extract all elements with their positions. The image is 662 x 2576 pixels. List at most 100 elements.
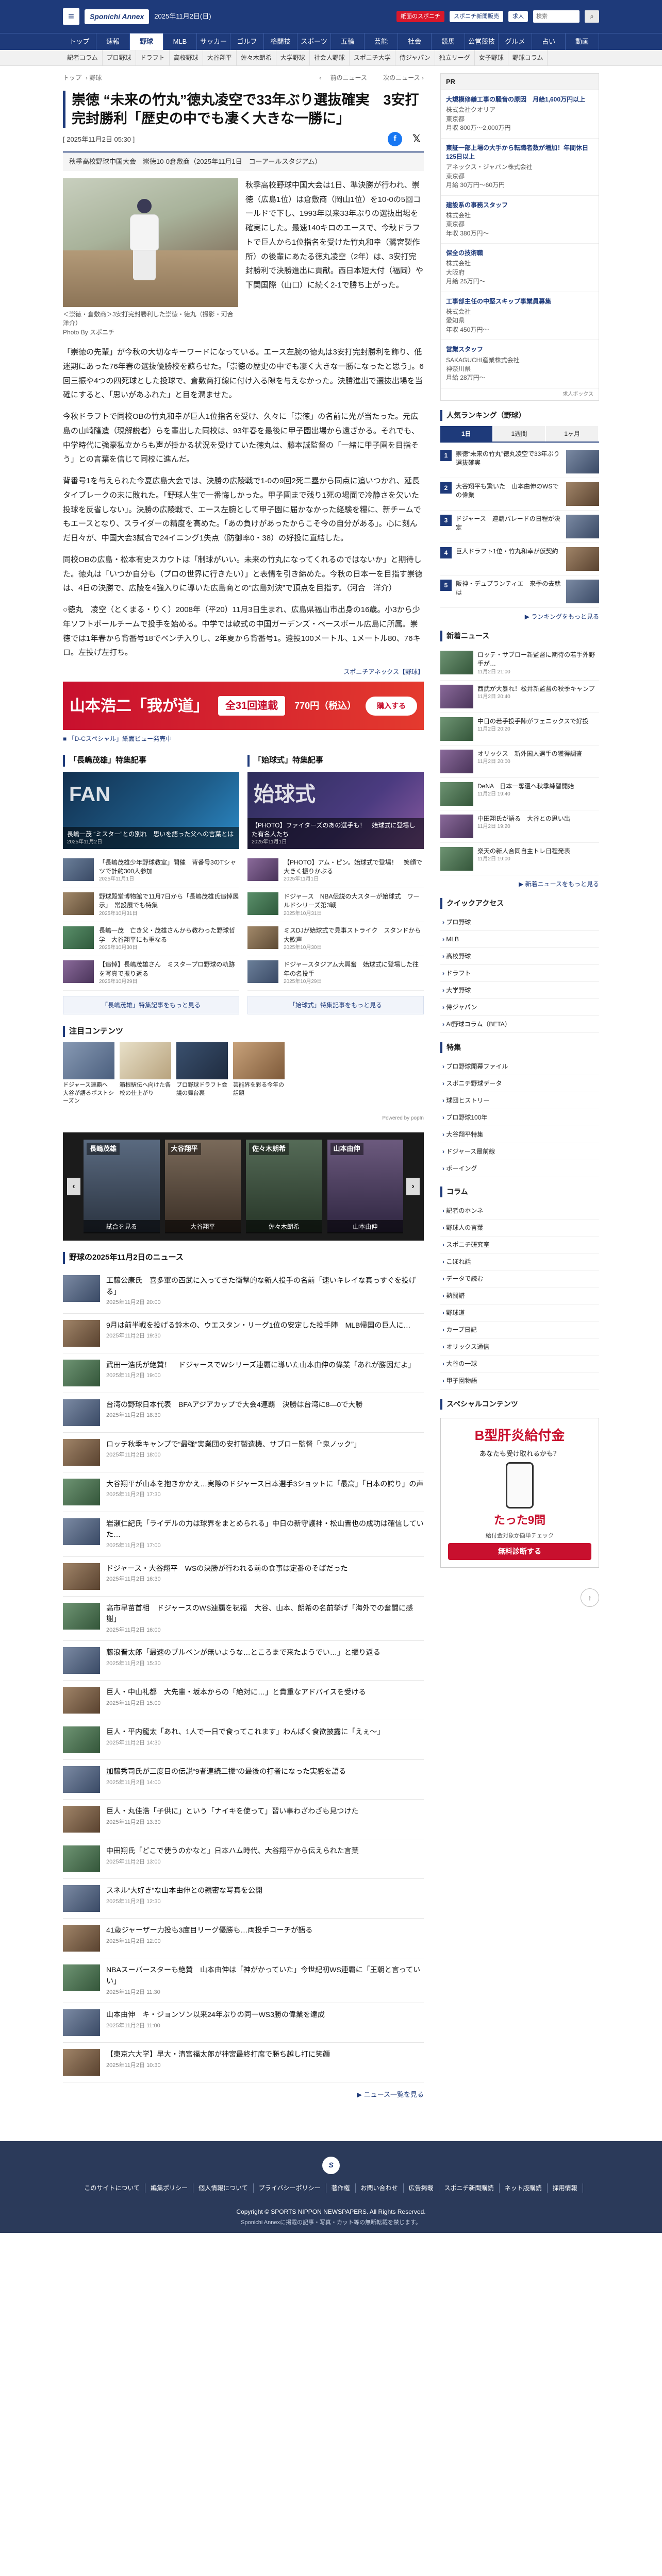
job-ad-item[interactable]: 建設系の事務スタッフ 株式会社 東京都 年収 380万円〜	[441, 196, 599, 244]
news-item[interactable]: 中田翔氏「どこで使うのかなと」日本ハム時代、大谷翔平から伝えられた言葉 2025年…	[63, 1839, 424, 1879]
news-item[interactable]: 巨人・平内龍太「あれ、1人で一日で食ってこれます」わんぱく食欲披露に「えぇ〜」 2…	[63, 1720, 424, 1760]
column-link[interactable]: 大谷の一球	[440, 1355, 599, 1373]
new-news-item[interactable]: 楽天の新人合同自主トレ日程発表 11月2日 19:00	[440, 843, 599, 876]
sub-nav-item[interactable]: ドラフト	[136, 49, 170, 65]
column-link[interactable]: 野球道	[440, 1304, 599, 1322]
list-item[interactable]: 【PHOTO】アム・ピン。始球式で登場！ 笑顔で大きく振りかぶる 2025年11月…	[247, 854, 424, 888]
ranking-item[interactable]: 5 阪神・デュプランティエ 来季の去就は	[440, 575, 599, 608]
article-source[interactable]: スポニチアネックス【野球】	[63, 667, 424, 676]
sub-nav-item[interactable]: 野球コラム	[508, 49, 548, 65]
news-item[interactable]: 加藤秀司氏が三度目の伝説“9者連続三振”の最後の打者になった実感を語る 2025年…	[63, 1760, 424, 1800]
footer-link[interactable]: 編集ポリシー	[145, 2183, 194, 2193]
sub-nav-item[interactable]: 高校野球	[170, 49, 203, 65]
prev-news-link[interactable]: ‹ 前のニュース	[319, 74, 367, 81]
news-item[interactable]: 藤浪晋太郎「最速のブルペンが無いような…ところまで来たようでい…」と振り返る 20…	[63, 1641, 424, 1681]
column-link[interactable]: 熱闘譜	[440, 1287, 599, 1305]
news-item[interactable]: 9月は前半戦を投げる鈴木の、ウエスタン・リーグ1位の安定した投手陣 MLB帰国の…	[63, 1314, 424, 1353]
quick-access-link[interactable]: AI野球コラム（BETA）	[440, 1016, 599, 1033]
ranking-item[interactable]: 2 大谷翔平も驚いた 山本由伸のWSでの偉業	[440, 478, 599, 511]
next-news-link[interactable]: 次のニュース ›	[376, 74, 424, 81]
nav-item[interactable]: 動画	[566, 33, 599, 50]
epaper-button[interactable]: スポニチ新聞販売	[450, 10, 503, 23]
footer-link[interactable]: 著作権	[326, 2183, 356, 2193]
news-item[interactable]: 大谷翔平が山本を抱きかかえ…実際のドジャース日本選手3ショットに「最高」「日本の…	[63, 1472, 424, 1512]
search-icon[interactable]: ⌕	[585, 10, 599, 23]
x-icon[interactable]: 𝕏	[409, 132, 424, 146]
footer-link[interactable]: お問い合わせ	[356, 2183, 404, 2193]
special-link[interactable]: 球団ヒストリー	[440, 1092, 599, 1110]
nav-item[interactable]: 五輪	[331, 33, 365, 50]
column-link[interactable]: 野球人の言葉	[440, 1219, 599, 1237]
special-link[interactable]: プロ野球100年	[440, 1109, 599, 1127]
feature-main-card[interactable]: FAN 長嶋一茂 “ミスター”との別れ 思いを語った父への言葉とは 2025年1…	[63, 771, 239, 849]
footer-link[interactable]: ネット版購読	[500, 2183, 548, 2193]
sub-nav-item[interactable]: 女子野球	[475, 49, 508, 65]
nav-item[interactable]: 占い	[532, 33, 566, 50]
ranking-tab[interactable]: 1週間	[493, 426, 545, 442]
nav-item[interactable]: トップ	[63, 33, 96, 50]
list-item[interactable]: 野球殿堂博物館で11月7日から「長嶋茂雄氏追悼展示」 常設展でも特集 2025年1…	[63, 888, 239, 923]
promo-banner[interactable]: 山本浩二「我が道」 全31回連載 770円（税込） 購入する	[63, 682, 424, 731]
sub-nav-item[interactable]: 侍ジャパン	[395, 49, 435, 65]
breadcrumb-top[interactable]: トップ	[63, 74, 81, 81]
news-item[interactable]: 巨人・丸佳浩「子供に」という「ナイキを使って」習い事わざわざも見つけた 2025年…	[63, 1800, 424, 1840]
nav-item[interactable]: 競馬	[432, 33, 465, 50]
ranking-tab[interactable]: 1日	[440, 426, 492, 442]
carousel-next-icon[interactable]: ›	[406, 1178, 420, 1196]
list-item[interactable]: 「長嶋茂雄少年野球教室」開催 背番号3のTシャツで計約300人参加 2025年11…	[63, 854, 239, 888]
news-item[interactable]: NBAスーパースターも絶賛 山本由伸は「神がかっていた」今世紀初WS連覇に「王朝…	[63, 1958, 424, 2004]
footer-link[interactable]: 広告掲載	[404, 2183, 439, 2193]
nav-item[interactable]: サッカー	[197, 33, 230, 50]
sub-nav-item[interactable]: 大谷翔平	[203, 49, 237, 65]
new-news-item[interactable]: DeNA 日本一奪還へ秋季練習開始 11月2日 19:40	[440, 778, 599, 811]
sub-nav-item[interactable]: 記者コラム	[63, 49, 103, 65]
quick-access-link[interactable]: 侍ジャパン	[440, 999, 599, 1016]
nav-item[interactable]: 芸能	[365, 33, 398, 50]
list-item[interactable]: ドジャースタジアム大興奮 始球式に登場した往年の名投手 2025年10月29日	[247, 956, 424, 991]
job-ad-item[interactable]: 大規模修繕工事の騒音の原因 月給1,600万円以上 株式会社クオリア 東京都 月収 8…	[441, 90, 599, 139]
special-link[interactable]: 大谷翔平特集	[440, 1126, 599, 1144]
carousel-card[interactable]: 大谷翔平 大谷翔平	[164, 1140, 241, 1234]
ads-provider[interactable]: 求人ボックス	[441, 388, 599, 400]
footer-link[interactable]: 個人情報について	[193, 2183, 254, 2193]
list-item[interactable]: 【追悼】長嶋茂雄さん ミスタープロ野球の軌跡を写真で振り返る 2025年10月29…	[63, 956, 239, 991]
nav-item[interactable]: 公営競技	[465, 33, 499, 50]
news-more-link[interactable]: ▶ ニュース一覧を見る	[63, 2090, 424, 2100]
ranking-item[interactable]: 3 ドジャース 連覇パレードの日程が決定	[440, 511, 599, 543]
facebook-icon[interactable]: f	[388, 132, 402, 147]
carousel-prev-icon[interactable]: ‹	[67, 1178, 80, 1196]
new-news-more-link[interactable]: ▶ 新着ニュースをもっと見る	[440, 879, 599, 889]
column-link[interactable]: 記者のホンネ	[440, 1202, 599, 1220]
sub-nav-item[interactable]: 独立リーグ	[435, 49, 475, 65]
quick-access-link[interactable]: プロ野球	[440, 914, 599, 931]
footer-link[interactable]: プライバシーポリシー	[254, 2183, 326, 2193]
search-input[interactable]	[533, 10, 580, 23]
new-news-item[interactable]: オリックス 新外国人選手の獲得調査 11月2日 20:00	[440, 745, 599, 778]
footer-link[interactable]: 採用情報	[548, 2183, 583, 2193]
notice-item[interactable]: 箱根駅伝へ向けた各校の仕上がり	[120, 1042, 171, 1105]
ad-diagnose-button[interactable]: 無料診断する	[448, 1543, 591, 1561]
list-item[interactable]: ミスDJが始球式で見事ストライク スタンドから大歓声 2025年10月30日	[247, 922, 424, 957]
quick-access-link[interactable]: ドラフト	[440, 965, 599, 982]
new-news-item[interactable]: 中日の若手投手陣がフェニックスで好投 11月2日 20:20	[440, 713, 599, 746]
list-item[interactable]: 長嶋一茂 亡き父・茂雄さんから教わった野球哲学 大谷翔平にも重なる 2025年10…	[63, 922, 239, 957]
ranking-item[interactable]: 4 巨人ドラフト1位・竹丸和幸が仮契約	[440, 543, 599, 575]
nav-item[interactable]: 野球	[130, 33, 163, 50]
site-logo[interactable]: Sponichi Annex	[85, 9, 150, 24]
column-link[interactable]: オリックス通信	[440, 1338, 599, 1356]
news-item[interactable]: 岩瀬仁紀氏「ライデルの力は球界をまとめられる」中日の新守護神・松山晋也の成功は確…	[63, 1512, 424, 1557]
special-link[interactable]: ドジャース最前線	[440, 1143, 599, 1161]
sub-nav-item[interactable]: 佐々木朗希	[237, 49, 276, 65]
scroll-top-icon[interactable]: ↑	[581, 1588, 599, 1607]
news-item[interactable]: スネル“大好き”な山本由伸との親密な写真を公開 2025年11月2日 12:30	[63, 1879, 424, 1919]
special-link[interactable]: スポニチ野球データ	[440, 1075, 599, 1093]
carousel-card[interactable]: 佐々木朗希 佐々木朗希	[246, 1140, 322, 1234]
list-item[interactable]: ドジャース NBA伝説の大スターが始球式 ワールドシリーズ第3戦 2025年10月…	[247, 888, 424, 923]
ranking-tab[interactable]: 1ヶ月	[546, 426, 599, 442]
new-news-item[interactable]: ロッテ・サブロー新監督に期待の若手外野手が… 11月2日 21:00	[440, 647, 599, 681]
sub-nav-item[interactable]: スポニチ大学	[350, 49, 395, 65]
news-item[interactable]: 巨人・中山礼都 大先輩・坂本からの「絶対に…」と貴重なアドバイスを受ける 2025…	[63, 1681, 424, 1721]
ranking-item[interactable]: 1 崇徳“未来の竹丸”徳丸凌空で33年ぶり選抜確実	[440, 446, 599, 478]
sub-nav-item[interactable]: 大学野球	[276, 49, 310, 65]
news-item[interactable]: 41歳ジャーザー力投も3度目リーグ優勝も…両投手コーチが語る 2025年11月2日…	[63, 1919, 424, 1959]
